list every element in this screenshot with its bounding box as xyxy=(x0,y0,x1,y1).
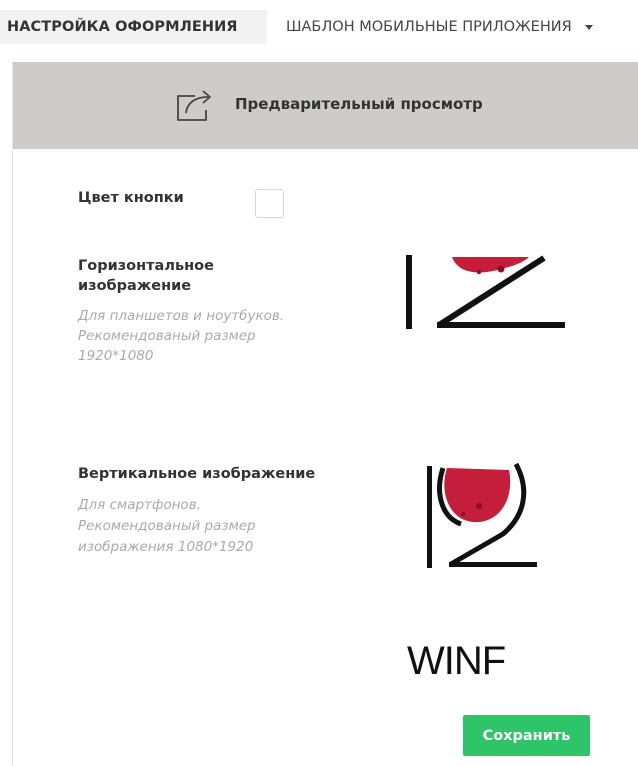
wine-logo-text: WINF xyxy=(407,639,506,683)
tab-bar: НАСТРОЙКА ОФОРМЛЕНИЯ ШАБЛОН МОБИЛЬНЫЕ ПР… xyxy=(0,0,638,62)
caret-down-icon xyxy=(585,24,594,30)
share-export-icon xyxy=(175,86,215,122)
button-color-picker[interactable] xyxy=(255,189,284,218)
preview-label: Предварительный просмотр xyxy=(235,95,483,113)
appearance-settings-page: НАСТРОЙКА ОФОРМЛЕНИЯ ШАБЛОН МОБИЛЬНЫЕ ПР… xyxy=(0,0,638,766)
vertical-image-hint-line3: изображения 1080*1920 xyxy=(78,539,254,555)
vertical-image-preview[interactable] xyxy=(421,462,541,572)
horizontal-image-hint-line3: 1920*1080 xyxy=(78,348,154,364)
vertical-image-hint-line1: Для смартфонов. xyxy=(78,497,202,513)
horizontal-image-preview[interactable] xyxy=(401,255,571,335)
preview-button[interactable]: Предварительный просмотр xyxy=(13,62,638,149)
horizontal-image-label-line1: Горизонтальное xyxy=(78,258,214,274)
horizontal-image-label-line2: изображение xyxy=(78,278,192,294)
vertical-image-label: Вертикальное изображение xyxy=(78,466,316,482)
horizontal-image-hint-line1: Для планшетов и ноутбуков. xyxy=(78,308,285,324)
save-button[interactable]: Сохранить xyxy=(463,715,590,756)
tab-appearance-settings[interactable]: НАСТРОЙКА ОФОРМЛЕНИЯ xyxy=(0,10,267,44)
tab-mobile-apps-template-label: ШАБЛОН МОБИЛЬНЫЕ ПРИЛОЖЕНИЯ xyxy=(286,19,572,35)
button-color-label: Цвет кнопки xyxy=(78,190,184,206)
settings-panel: Предварительный просмотр Цвет кнопки Гор… xyxy=(12,62,638,766)
horizontal-image-hint-line2: Рекомендованый размер xyxy=(78,328,256,344)
tab-appearance-settings-label: НАСТРОЙКА ОФОРМЛЕНИЯ xyxy=(7,19,238,35)
tab-mobile-apps-template[interactable]: ШАБЛОН МОБИЛЬНЫЕ ПРИЛОЖЕНИЯ xyxy=(268,10,638,44)
vertical-image-hint-line2: Рекомендованый размер xyxy=(78,518,256,534)
